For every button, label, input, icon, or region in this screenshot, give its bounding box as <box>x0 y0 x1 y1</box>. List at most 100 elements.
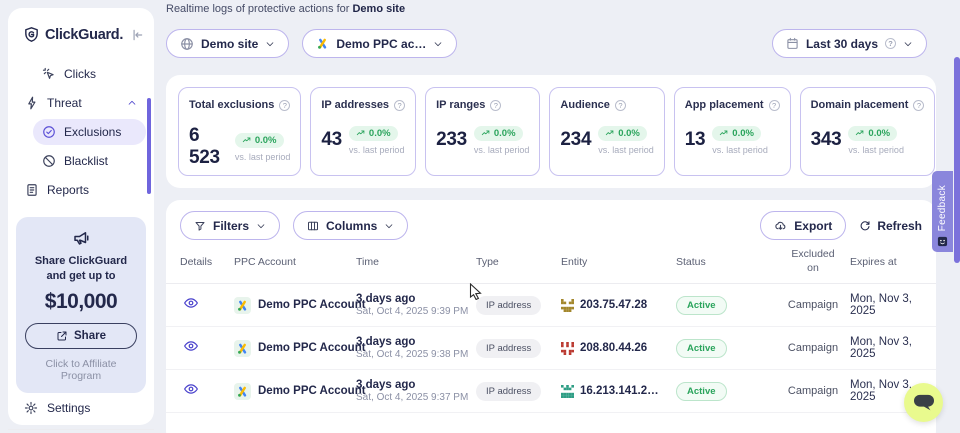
feedback-label: Feedback <box>937 185 948 231</box>
help-icon[interactable]: ? <box>490 100 501 111</box>
delta-badge: 0.0% <box>235 133 284 148</box>
delta-badge: 0.0% <box>848 126 897 141</box>
sidebar-nav: Clicks Threat Exclusions Blacklist Reports <box>8 61 154 203</box>
help-icon[interactable]: ? <box>279 100 290 111</box>
logo: ClickGuard. <box>8 18 154 61</box>
status-badge: Active <box>676 339 727 358</box>
sidebar-item-exclusions[interactable]: Exclusions <box>33 119 146 145</box>
sidebar-item-label: Blacklist <box>64 154 108 168</box>
trend-up-icon <box>719 128 729 138</box>
table-row: Demo PPC Account3 days agoSat, Oct 4, 20… <box>166 370 936 413</box>
sidebar-item-blacklist[interactable]: Blacklist <box>33 148 146 174</box>
expires-at-cell: Mon, Nov 3, 2025 <box>850 293 922 317</box>
status-badge: Active <box>676 296 727 315</box>
sidebar-item-settings[interactable]: Settings <box>8 393 154 423</box>
table-body: Demo PPC Account3 days agoSat, Oct 4, 20… <box>166 284 936 413</box>
column-header: Excluded on <box>776 248 850 275</box>
time-cell: 3 days agoSat, Oct 4, 2025 9:37 PM <box>356 379 476 403</box>
share-button[interactable]: Share <box>25 323 137 349</box>
stat-label: IP addresses <box>321 99 389 111</box>
delta-badge: 0.0% <box>474 126 523 141</box>
feedback-tab[interactable]: Feedback <box>932 171 953 252</box>
globe-icon <box>180 37 194 51</box>
stat-sub: vs. last period <box>712 145 768 155</box>
chevron-up-icon[interactable] <box>127 98 137 108</box>
page-scrollbar[interactable] <box>954 57 960 263</box>
trend-up-icon <box>855 128 865 138</box>
promo-amount: $10,000 <box>25 290 137 314</box>
stat-card: Audience?2340.0%vs. last period <box>549 87 664 176</box>
sidebar-item-label: Threat <box>47 96 82 110</box>
site-filter-dropdown[interactable]: Demo site <box>166 29 289 58</box>
columns-dropdown[interactable]: Columns <box>293 211 408 240</box>
export-cloud-icon <box>774 219 787 232</box>
gear-icon <box>24 401 38 415</box>
sidebar-item-clicks[interactable]: Clicks <box>33 61 146 87</box>
stat-card: Total exclusions?6 5230.0%vs. last perio… <box>178 87 301 176</box>
entity-identicon <box>561 342 574 355</box>
feedback-face-icon <box>937 236 948 247</box>
chat-bubble-icon <box>913 393 935 413</box>
stat-label: IP ranges <box>436 99 485 111</box>
ppc-account-filter-dropdown[interactable]: Demo PPC ac… <box>302 29 457 58</box>
external-link-icon <box>56 330 68 342</box>
sidebar-scrollbar[interactable] <box>147 98 151 194</box>
sidebar: ClickGuard. Clicks Threat Exclusions Blackl… <box>8 8 154 425</box>
stat-sub: vs. last period <box>474 145 530 155</box>
view-details-eye-icon[interactable] <box>180 295 199 311</box>
google-ads-icon <box>234 340 251 357</box>
stat-sub: vs. last period <box>848 145 904 155</box>
calendar-icon <box>786 37 799 50</box>
chat-launcher-button[interactable] <box>904 383 943 422</box>
help-icon[interactable]: ? <box>615 100 626 111</box>
help-icon[interactable]: ? <box>913 100 924 111</box>
excluded-on-cell: Campaign <box>776 385 850 397</box>
stat-value: 43 <box>321 129 342 151</box>
collapse-sidebar-icon[interactable] <box>130 28 144 42</box>
column-header: Status <box>676 256 776 268</box>
ppc-account-cell: Demo PPC Account <box>234 383 356 400</box>
view-details-eye-icon[interactable] <box>180 338 199 354</box>
export-button[interactable]: Export <box>760 211 846 240</box>
sidebar-item-label: Clicks <box>64 67 96 81</box>
stats-cards: Total exclusions? 6 523 0.0% vs. last perio… <box>166 75 936 188</box>
column-header: Expires at <box>850 256 922 268</box>
excluded-on-cell: Campaign <box>776 299 850 311</box>
lightning-icon <box>25 96 39 110</box>
excluded-on-cell: Campaign <box>776 342 850 354</box>
stat-label: App placement <box>685 99 764 111</box>
date-range-dropdown[interactable]: Last 30 days ? <box>772 29 927 58</box>
ban-icon <box>42 154 56 168</box>
stat-sub: vs. last period <box>598 145 654 155</box>
shield-logo-icon <box>23 26 40 43</box>
stat-value: 6 523 <box>189 125 228 169</box>
refresh-button[interactable]: Refresh <box>859 219 922 233</box>
chevron-down-icon <box>433 39 443 49</box>
help-icon[interactable]: ? <box>769 100 780 111</box>
filters-dropdown[interactable]: Filters <box>180 211 280 240</box>
help-icon: ? <box>885 38 896 49</box>
delta-badge: 0.0% <box>712 126 761 141</box>
chevron-down-icon <box>265 39 275 49</box>
trend-up-icon <box>356 128 366 138</box>
promo-footer: Click to Affiliate Program <box>25 358 137 382</box>
stat-card: App placement?130.0%vs. last period <box>674 87 791 176</box>
table-toolbar: Filters Columns Export Refresh <box>166 211 936 240</box>
stat-label: Total exclusions <box>189 99 274 111</box>
stat-value: 233 <box>436 129 467 151</box>
view-details-eye-icon[interactable] <box>180 381 199 397</box>
trend-up-icon <box>481 128 491 138</box>
document-icon <box>25 183 39 197</box>
entity-cell: 208.80.44.26 <box>561 342 676 355</box>
type-badge: IP address <box>476 296 541 315</box>
sidebar-item-threat[interactable]: Threat <box>16 90 146 116</box>
sidebar-item-reports[interactable]: Reports <box>16 177 146 203</box>
column-header: Details <box>180 256 234 268</box>
entity-identicon <box>561 385 574 398</box>
promo-text: Share ClickGuard and get up to <box>25 254 137 284</box>
stat-value: 343 <box>811 129 842 151</box>
entity-cell: 203.75.47.28 <box>561 299 676 312</box>
filter-icon <box>194 220 206 232</box>
help-icon[interactable]: ? <box>394 100 405 111</box>
logo-text: ClickGuard. <box>45 27 123 43</box>
